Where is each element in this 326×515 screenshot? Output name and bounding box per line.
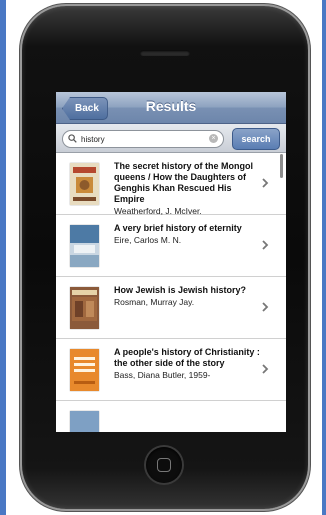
speaker-grille bbox=[140, 50, 190, 56]
search-button-label: search bbox=[241, 134, 271, 144]
app-screen: Back Results × search The s bbox=[56, 92, 286, 432]
page-title: Results bbox=[145, 98, 197, 114]
results-list: The secret history of the Mongol queens … bbox=[56, 153, 286, 432]
clear-icon[interactable]: × bbox=[209, 134, 218, 143]
search-field[interactable]: × bbox=[62, 130, 224, 148]
list-item-partial[interactable] bbox=[56, 401, 286, 432]
result-author: Rosman, Murray Jay. bbox=[114, 297, 195, 307]
result-title: A very brief history of eternity bbox=[114, 223, 242, 233]
result-title: How Jewish is Jewish history? bbox=[114, 285, 247, 295]
book-cover-thumbnail bbox=[70, 411, 99, 432]
book-cover-thumbnail bbox=[70, 225, 99, 267]
search-input[interactable] bbox=[81, 132, 199, 146]
result-title: A people's history of Christianity : the… bbox=[114, 347, 260, 368]
list-item[interactable]: How Jewish is Jewish history? Rosman, Mu… bbox=[56, 277, 286, 339]
result-title: The secret history of the Mongol queens … bbox=[114, 161, 254, 204]
list-item[interactable]: A very brief history of eternity Eire, C… bbox=[56, 215, 286, 277]
chevron-right-icon bbox=[262, 302, 269, 312]
chevron-right-icon bbox=[262, 178, 269, 188]
navigation-bar: Back Results bbox=[56, 92, 286, 124]
home-square-icon bbox=[157, 458, 171, 472]
scrollbar[interactable] bbox=[280, 154, 283, 178]
book-cover-thumbnail bbox=[70, 349, 99, 391]
result-author: Bass, Diana Butler, 1959- bbox=[114, 370, 211, 380]
list-item[interactable]: A people's history of Christianity : the… bbox=[56, 339, 286, 401]
chevron-right-icon bbox=[262, 364, 269, 374]
chevron-right-icon bbox=[262, 240, 269, 250]
book-cover-thumbnail bbox=[70, 287, 99, 329]
result-author: Eire, Carlos M. N. bbox=[114, 235, 182, 245]
list-item[interactable]: The secret history of the Mongol queens … bbox=[56, 153, 286, 216]
home-button[interactable] bbox=[146, 447, 182, 483]
search-icon bbox=[68, 134, 77, 143]
search-button[interactable]: search bbox=[232, 128, 280, 150]
book-cover-thumbnail bbox=[70, 163, 99, 205]
search-bar: × search bbox=[56, 124, 286, 153]
